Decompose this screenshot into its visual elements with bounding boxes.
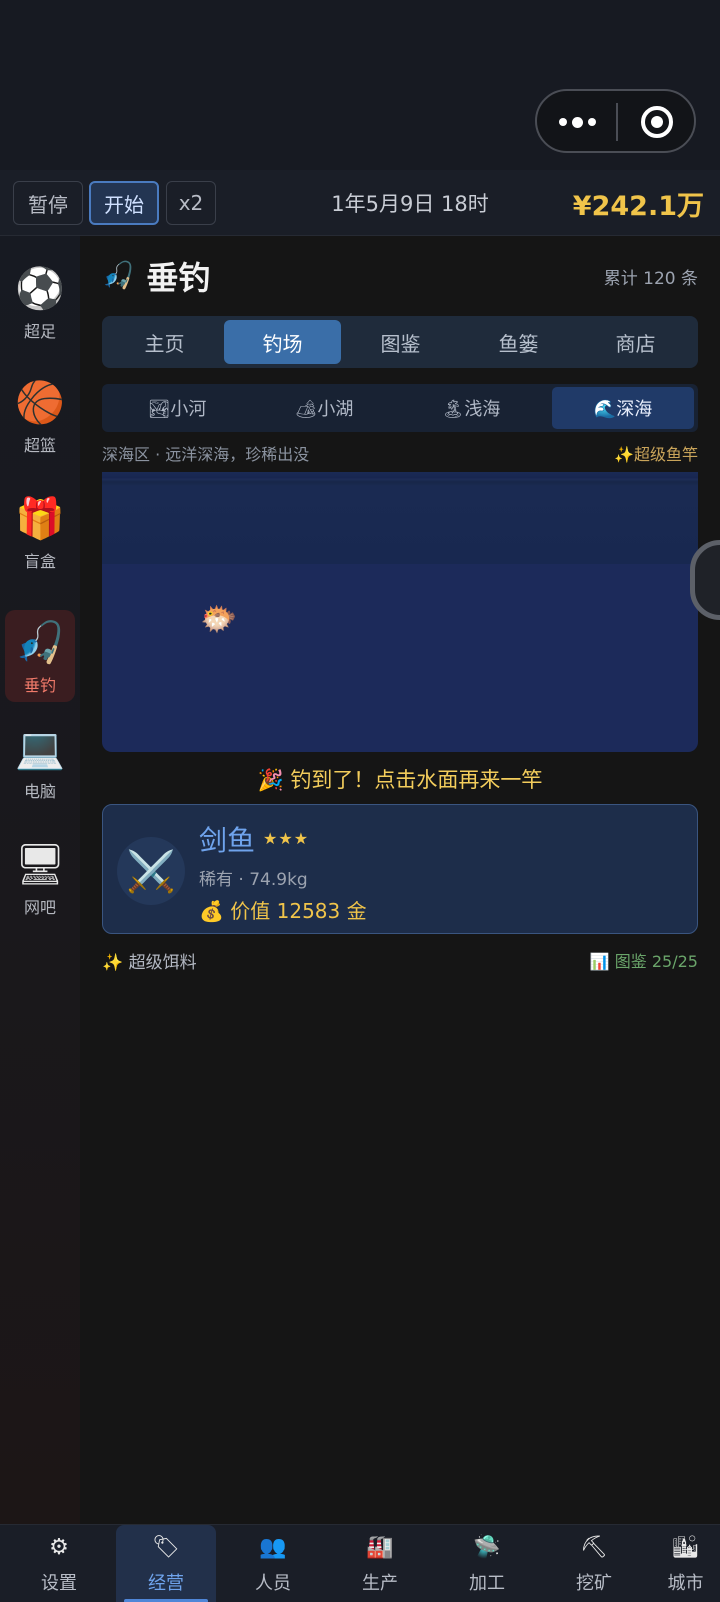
water-surface[interactable]: 🐡 (102, 472, 698, 752)
fish-name: 剑鱼 (199, 824, 256, 857)
sidebar-item-basketball[interactable]: 🏀 超篮 (5, 370, 75, 462)
location-tab-deep-sea[interactable]: 🌊深海 (552, 387, 694, 429)
location-tab-lake[interactable]: 🏕小湖 (253, 387, 395, 429)
nav-label: 设置 (41, 1573, 77, 1594)
fish-rarity-weight: 稀有 · 74.9kg (199, 870, 308, 890)
main-tabs: 主页 钓场 图鉴 鱼篓 商店 (102, 316, 698, 368)
nav-staff[interactable]: 👥 人员 (223, 1525, 323, 1602)
equipped-rod: ✨超级鱼竿 (614, 445, 698, 464)
catch-card: ⚔️ 剑鱼 ★★★ 稀有 · 74.9kg 💰 价值 12583 金 (102, 804, 698, 934)
nav-settings[interactable]: ⚙ 设置 (9, 1525, 109, 1602)
factory-icon: 🏭 (366, 1535, 394, 1560)
main-panel: 🎣 垂钓 累计 120 条 主页 钓场 图鉴 鱼篓 商店 🏞小河 🏕小湖 🏝浅海… (80, 236, 720, 1524)
pause-button[interactable]: 暂停 (13, 181, 83, 225)
speed-button[interactable]: x2 (166, 181, 216, 225)
nav-production[interactable]: 🏭 生产 (330, 1525, 430, 1602)
computer-icon: 💻 (15, 725, 65, 772)
nav-processing[interactable]: 🛸 加工 (437, 1525, 537, 1602)
page-title: 垂钓 (146, 259, 211, 297)
fishing-rod-icon: 🎣 (102, 261, 135, 291)
gift-box-icon: 🎁 (15, 495, 65, 542)
tab-shop[interactable]: 商店 (577, 320, 694, 364)
location-tab-river[interactable]: 🏞小河 (106, 387, 248, 429)
mining-icon: ⛏ (580, 1535, 608, 1560)
nav-city[interactable]: 🏙 城市 (651, 1525, 720, 1602)
game-datetime: 1年5月9日 18时 (331, 192, 489, 216)
start-button[interactable]: 开始 (89, 181, 159, 225)
total-count: 累计 120 条 (603, 269, 698, 289)
sidebar-item-label: 垂钓 (23, 676, 56, 695)
basketball-icon: 🏀 (15, 379, 65, 426)
sidebar-item-label: 超足 (23, 322, 56, 341)
capsule-divider (616, 103, 618, 141)
nav-label: 经营 (148, 1573, 184, 1594)
nav-label: 城市 (667, 1573, 704, 1594)
crossed-swords-icon: ⚔️ (117, 837, 185, 905)
page-header: 🎣 垂钓 (102, 254, 210, 298)
sidebar-item-label: 网吧 (23, 898, 56, 917)
water-horizon (102, 472, 698, 564)
control-bar: 暂停 开始 x2 1年5月9日 18时 ¥242.1万 (0, 170, 720, 236)
sidebar-item-label: 盲盒 (23, 552, 56, 571)
nav-label: 挖矿 (576, 1573, 612, 1594)
area-description: 深海区 · 远洋深海，珍稀出没 (102, 445, 310, 464)
bottom-nav: ⚙ 设置 🏷 经营 👥 人员 🏭 生产 🛸 加工 ⛏ 挖矿 🏙 城市 (0, 1524, 720, 1602)
sidebar-item-blindbox[interactable]: 🎁 盲盒 (5, 486, 75, 578)
tab-fishing-spot[interactable]: 钓场 (224, 320, 341, 364)
nav-label: 人员 (255, 1573, 291, 1594)
fish-value: 💰 价值 12583 金 (199, 899, 367, 923)
internet-cafe-icon: 🖥 (14, 841, 66, 888)
people-icon: 👥 (259, 1535, 287, 1560)
fishing-icon: 🎣 (15, 619, 65, 666)
soccer-badge-icon: ⚽ (15, 265, 65, 312)
nav-label: 加工 (469, 1573, 505, 1594)
money-display: ¥242.1万 (572, 190, 704, 222)
equipped-bait: ✨ 超级饵料 (102, 953, 197, 973)
target-circle-icon[interactable] (641, 106, 673, 138)
sidebar-item-computer[interactable]: 💻 电脑 (5, 716, 75, 808)
sidebar-item-soccer[interactable]: ⚽ 超足 (5, 256, 75, 348)
sidebar-item-label: 超篮 (23, 436, 56, 455)
city-icon: 🏙 (671, 1535, 700, 1560)
location-tab-shallow-sea[interactable]: 🏝浅海 (400, 387, 542, 429)
nav-manage[interactable]: 🏷 经营 (116, 1525, 216, 1602)
nav-mining[interactable]: ⛏ 挖矿 (544, 1525, 644, 1602)
manage-icon: 🏷 (152, 1535, 180, 1560)
process-icon: 🛸 (473, 1535, 501, 1560)
location-tabs: 🏞小河 🏕小湖 🏝浅海 🌊深海 (102, 384, 698, 432)
pufferfish-icon: 🐡 (200, 602, 238, 637)
tab-creel[interactable]: 鱼篓 (460, 320, 577, 364)
sidebar-item-fishing[interactable]: 🎣 垂钓 (5, 610, 75, 702)
sidebar-item-label: 电脑 (23, 782, 56, 801)
sidebar: ⚽ 超足 🏀 超篮 🎁 盲盒 🎣 垂钓 💻 电脑 🖥 网吧 (0, 236, 80, 1524)
sidebar-item-netcafe[interactable]: 🖥 网吧 (5, 832, 75, 924)
collection-progress[interactable]: 📊 图鉴 25/25 (590, 948, 698, 972)
nav-label: 生产 (362, 1573, 398, 1594)
catch-message: 🎉 钓到了！点击水面再来一竿 (257, 768, 543, 792)
status-bar (0, 0, 720, 170)
mini-program-capsule (535, 89, 696, 153)
more-dots-icon[interactable] (557, 111, 597, 133)
rarity-stars: ★★★ (263, 829, 310, 848)
gear-icon: ⚙ (49, 1535, 69, 1560)
tab-home[interactable]: 主页 (106, 320, 223, 364)
tab-collection[interactable]: 图鉴 (342, 320, 459, 364)
